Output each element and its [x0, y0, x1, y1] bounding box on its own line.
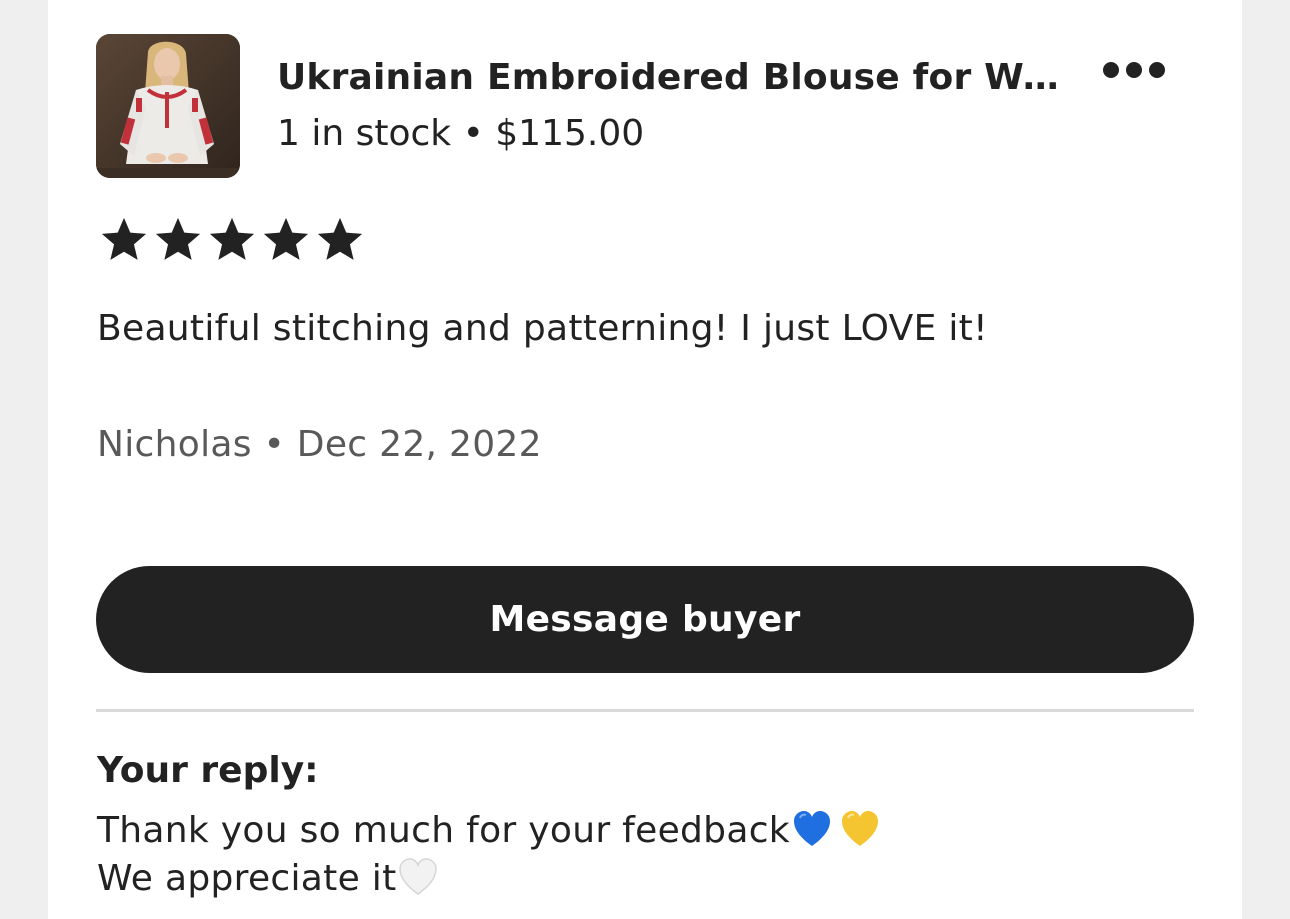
reply-line-1: Thank you so much for your feedback	[97, 808, 880, 860]
white-heart-icon	[398, 858, 438, 908]
blue-heart-icon	[792, 810, 832, 860]
more-options-button[interactable]	[1096, 52, 1172, 88]
reply-line-2-text: We appreciate it	[97, 858, 397, 899]
star-icon	[263, 217, 309, 260]
reply-line-1-text: Thank you so much for your feedback	[97, 810, 790, 851]
star-icon	[101, 217, 147, 260]
more-horizontal-icon	[1103, 62, 1165, 78]
message-buyer-button[interactable]: Message buyer	[96, 566, 1194, 673]
star-icon	[209, 217, 255, 260]
star-icon	[317, 217, 363, 260]
review-byline: Nicholas • Dec 22, 2022	[97, 424, 542, 465]
product-photo-embroidered-blouse	[96, 34, 240, 178]
reply-line-2: We appreciate it	[97, 856, 438, 908]
star-icon	[155, 217, 201, 260]
divider	[96, 709, 1194, 712]
listing-stock-price: 1 in stock • $115.00	[277, 113, 645, 154]
review-card: Ukrainian Embroidered Blouse for Wo... 1…	[48, 0, 1242, 919]
listing-thumbnail[interactable]	[96, 34, 240, 178]
yellow-heart-icon	[840, 810, 880, 860]
review-text: Beautiful stitching and patterning! I ju…	[97, 308, 988, 349]
listing-title[interactable]: Ukrainian Embroidered Blouse for Wo...	[277, 56, 1067, 100]
star-rating	[98, 214, 368, 268]
reply-label: Your reply:	[97, 750, 319, 791]
